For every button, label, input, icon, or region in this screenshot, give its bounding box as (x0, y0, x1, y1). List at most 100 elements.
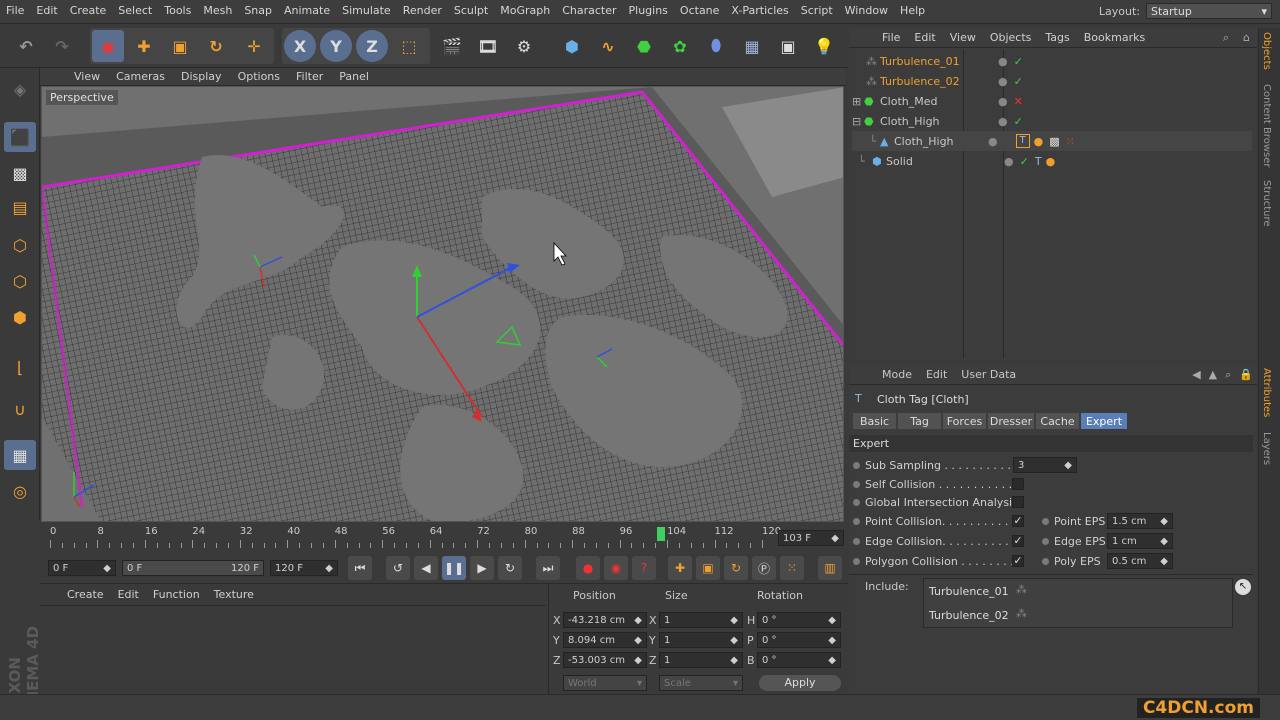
objects-menu-edit[interactable]: Edit (907, 31, 942, 44)
tab-structure[interactable]: Structure (1261, 180, 1272, 227)
material-menu-function[interactable]: Function (146, 584, 207, 605)
planar-workplane-icon[interactable]: ◎ (4, 476, 36, 506)
layout-dropdown[interactable]: Startup ▾ (1146, 3, 1272, 19)
recent-tools-icon[interactable]: ✛ (238, 30, 270, 62)
disabled-x-icon[interactable]: ✕ (1014, 95, 1023, 108)
cloth-tag-icon[interactable]: T (1015, 134, 1030, 148)
menu-simulate[interactable]: Simulate (336, 0, 397, 21)
home-icon[interactable]: ⌂ (1236, 31, 1257, 44)
menu-xparticles[interactable]: X-Particles (725, 0, 794, 21)
z-axis-icon[interactable]: Z (356, 30, 388, 62)
visibility-dots-icon[interactable]: ● (998, 95, 1008, 108)
next-key-icon[interactable]: ↻ (498, 556, 522, 580)
viewport-menu-panel[interactable]: Panel (331, 70, 377, 83)
timeline-window-icon[interactable]: ▥ (818, 556, 842, 580)
viewport-menu-cameras[interactable]: Cameras (108, 70, 173, 83)
texture-tag-icon[interactable]: ▩ (1049, 135, 1059, 148)
enabled-check-icon[interactable]: ✓ (1014, 55, 1023, 68)
pause-icon[interactable]: ❚❚ (442, 556, 466, 580)
deformer-icon[interactable]: ⬮ (700, 30, 732, 62)
workplane-icon[interactable]: ▤ (4, 192, 36, 222)
self-collision-checkbox[interactable] (1012, 478, 1024, 490)
object-row-cloth-med[interactable]: ⊞ ⬣ Cloth_Med ● ✕ (852, 91, 1252, 111)
objects-menu-tags[interactable]: Tags (1038, 31, 1076, 44)
key-scale-icon[interactable]: ▣ (696, 556, 720, 580)
search-icon[interactable]: ⌕ (1221, 368, 1235, 382)
visibility-dots-icon[interactable]: ● (998, 115, 1008, 128)
cube-icon[interactable]: ⬢ (556, 30, 588, 62)
size-y-field[interactable]: 1 ◆ (659, 632, 743, 648)
menu-tools[interactable]: Tools (158, 0, 197, 21)
param-dot-icon[interactable] (853, 480, 860, 488)
enabled-check-icon[interactable]: ✓ (1014, 75, 1023, 88)
attr-menu-user-data[interactable]: User Data (954, 368, 1023, 381)
global-intersection-checkbox[interactable] (1012, 496, 1024, 508)
current-frame-field[interactable]: 103 F ◆ (778, 530, 844, 546)
menu-edit[interactable]: Edit (30, 0, 63, 21)
render-view-icon[interactable]: 🎬 (436, 30, 468, 62)
subdivision-icon[interactable]: ⬣ (628, 30, 660, 62)
x-axis-icon[interactable]: X (284, 30, 316, 62)
poly-eps-field[interactable]: 0.5 cm ◆ (1107, 553, 1173, 569)
material-menu-texture[interactable]: Texture (207, 584, 261, 605)
points-mode-icon[interactable]: ⬡ (4, 230, 36, 260)
camera-icon[interactable]: ▣ (772, 30, 804, 62)
render-picture-viewer-icon[interactable]: 🎞 (472, 30, 504, 62)
tab-tag[interactable]: Tag (898, 413, 941, 429)
tab-basic[interactable]: Basic (853, 413, 896, 429)
material-menu-create[interactable]: Create (60, 584, 111, 605)
visibility-dots-icon[interactable]: ● (998, 75, 1008, 88)
sub-sampling-field[interactable]: 3 ◆ (1013, 457, 1077, 473)
param-dot-icon[interactable] (1042, 517, 1049, 525)
rotation-p-field[interactable]: 0 ° ◆ (757, 632, 841, 648)
menu-plugins[interactable]: Plugins (623, 0, 674, 21)
y-axis-icon[interactable]: Y (320, 30, 352, 62)
tag-icon[interactable]: ● (1046, 155, 1056, 168)
start-frame-field[interactable]: 0 F ◆ (48, 560, 116, 576)
objects-menu-bookmarks[interactable]: Bookmarks (1077, 31, 1152, 44)
move-icon[interactable]: ✚ (128, 30, 160, 62)
enabled-check-icon[interactable]: ✓ (1020, 155, 1029, 168)
polygon-collision-checkbox[interactable]: ✓ (1012, 555, 1024, 567)
size-z-field[interactable]: 1 ◆ (659, 652, 743, 668)
position-y-field[interactable]: 8.094 cm ◆ (563, 632, 647, 648)
floor-icon[interactable]: ▦ (736, 30, 768, 62)
make-editable-icon[interactable]: ◈ (4, 74, 36, 104)
frame-range-slider[interactable]: 0 F 120 F (122, 560, 264, 576)
keyframe-selection-icon[interactable]: ? (632, 556, 656, 580)
menu-render[interactable]: Render (397, 0, 448, 21)
visibility-dots-icon[interactable]: ● (988, 135, 998, 148)
axis-mode-icon[interactable]: ⌊ (4, 352, 36, 382)
objects-menu-file[interactable]: File (875, 31, 907, 44)
search-icon[interactable]: ⌕ (1216, 31, 1236, 45)
menu-create[interactable]: Create (64, 0, 113, 21)
objects-menu-objects[interactable]: Objects (983, 31, 1039, 44)
edges-mode-icon[interactable]: ⬡ (4, 266, 36, 296)
snap-icon[interactable]: ∪ (4, 394, 36, 424)
timeline-ruler[interactable]: 0 8 16 24 32 40 48 56 64 72 80 88 96 104 112 120 (50, 526, 781, 548)
go-to-end-icon[interactable]: ⏭ (536, 556, 560, 580)
viewport-3d[interactable]: Perspective (41, 86, 844, 522)
menu-mograph[interactable]: MoGraph (494, 0, 556, 21)
go-to-start-icon[interactable]: ⏮ (348, 556, 372, 580)
key-rotation-icon[interactable]: ↻ (724, 556, 748, 580)
visibility-dots-icon[interactable]: ● (998, 55, 1008, 68)
lock-icon[interactable]: 🔒 (1235, 368, 1257, 381)
key-pla-icon[interactable]: ⁙ (780, 556, 804, 580)
menu-file[interactable]: File (0, 0, 30, 21)
spline-icon[interactable]: ∿ (592, 30, 624, 62)
scale-dropdown[interactable]: Scale ▾ (659, 675, 743, 691)
point-eps-field[interactable]: 1.5 cm ◆ (1107, 513, 1173, 529)
menu-select[interactable]: Select (112, 0, 158, 21)
object-row-cloth-high[interactable]: ⊟ ⬣ Cloth_High ● ✓ (852, 111, 1252, 131)
tab-expert[interactable]: Expert (1081, 413, 1127, 429)
up-arrow-icon[interactable]: ▲ (1205, 368, 1221, 381)
back-arrow-icon[interactable]: ◀ (1188, 368, 1204, 381)
model-mode-icon[interactable]: ⬛ (4, 122, 36, 152)
tab-forces[interactable]: Forces (943, 413, 986, 429)
viewport-menu-display[interactable]: Display (173, 70, 230, 83)
previous-frame-icon[interactable]: ◀ (414, 556, 438, 580)
key-position-icon[interactable]: ✚ (668, 556, 692, 580)
viewport-menu-view[interactable]: View (66, 70, 108, 83)
tab-dresser[interactable]: Dresser (988, 413, 1034, 429)
